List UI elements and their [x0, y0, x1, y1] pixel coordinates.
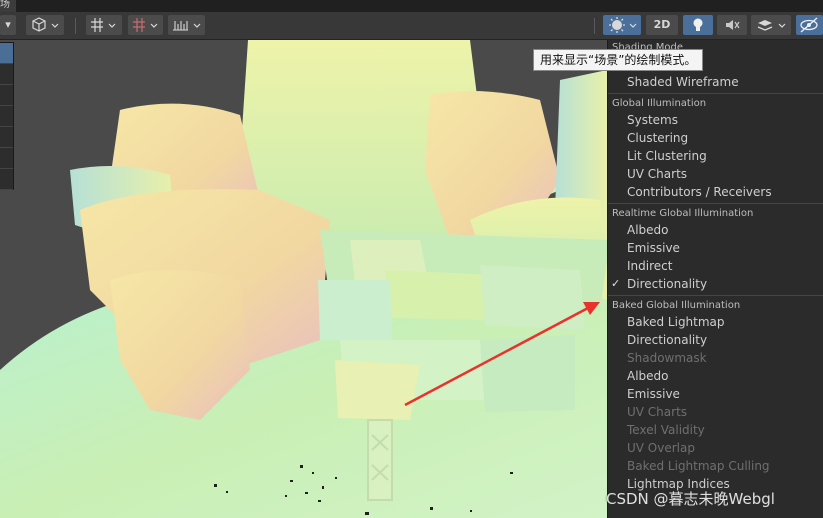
menu-item-label: Shadowmask [627, 351, 707, 365]
menu-item-label: Albedo [627, 223, 669, 237]
layers-icon [757, 20, 786, 31]
menu-item[interactable]: Albedo [608, 367, 823, 385]
menu-item: Texel Validity [608, 421, 823, 439]
menu-item-label: Emissive [627, 387, 680, 401]
render-paths-dropdown[interactable] [26, 15, 64, 35]
menu-item[interactable]: Clustering [608, 129, 823, 147]
menu-item[interactable]: Directionality [608, 331, 823, 349]
overlay-tool[interactable] [0, 169, 13, 190]
menu-item: UV Charts [608, 403, 823, 421]
scene-toolbar: ▾ 2D [0, 12, 823, 40]
menu-section-header: Baked Global Illumination [612, 300, 741, 311]
menu-item-label: Directionality [627, 277, 708, 291]
menu-item[interactable]: Emissive [608, 239, 823, 257]
menu-divider [608, 203, 823, 204]
grid-icon [91, 18, 116, 32]
grid-snap-dropdown[interactable] [86, 15, 122, 35]
hidden-eye-icon [800, 17, 818, 33]
shading-mode-tooltip: 用来显示“场景”的绘制模式。 [533, 49, 704, 71]
watermark: CSDN @暮志未晚Webgl [606, 490, 775, 508]
menu-item: Baked Lightmap Culling [608, 457, 823, 475]
menu-item-label: Albedo [627, 369, 669, 383]
menu-item[interactable]: Albedo [608, 221, 823, 239]
menu-item-label: Indirect [627, 259, 673, 273]
toolbar-divider [75, 18, 76, 34]
menu-item-label: Clustering [627, 131, 689, 145]
overlay-tool[interactable] [0, 127, 13, 148]
tab-strip: 场景 [0, 0, 823, 12]
lighting-toggle[interactable] [683, 15, 713, 35]
menu-divider [608, 93, 823, 94]
overlay-tool[interactable] [0, 106, 13, 127]
cube-icon [32, 17, 59, 32]
menu-item[interactable]: Contributors / Receivers [608, 183, 823, 201]
menu-item-label: Contributors / Receivers [627, 185, 772, 199]
menu-item[interactable]: UV Charts [608, 165, 823, 183]
tab-scene[interactable]: 场景 [0, 0, 16, 12]
menu-item-label: UV Charts [627, 167, 688, 181]
mode-2d-toggle[interactable]: 2D [646, 15, 678, 35]
overlay-tool-selected[interactable] [0, 43, 13, 64]
lightbulb-icon [693, 18, 703, 31]
menu-section-header: Realtime Global Illumination [612, 208, 754, 219]
mute-speaker-icon [726, 20, 740, 30]
snap-grid-icon [132, 18, 157, 32]
overlay-tool[interactable] [0, 148, 13, 169]
menu-item[interactable]: Systems [608, 111, 823, 129]
menu-item-label: Lit Clustering [627, 149, 707, 163]
menu-divider [608, 295, 823, 296]
shading-mode-dropdown[interactable] [603, 15, 641, 35]
effects-dropdown[interactable] [751, 15, 791, 35]
overlay-tool[interactable] [0, 64, 13, 85]
increment-snap-dropdown[interactable] [128, 15, 163, 35]
menu-item-label: Systems [627, 113, 678, 127]
overlay-tool[interactable] [0, 85, 13, 106]
menu-item[interactable]: Baked Lightmap [608, 313, 823, 331]
ruler-icon [172, 21, 200, 31]
ruler-dropdown[interactable] [168, 15, 205, 35]
menu-item-label: Baked Lightmap [627, 315, 725, 329]
menu-item[interactable]: ✓ Directionality [608, 275, 823, 293]
chevron-down-icon: ▾ [5, 18, 11, 31]
menu-item-label: Baked Lightmap Culling [627, 459, 770, 473]
draw-mode-dropdown[interactable]: ▾ [0, 15, 16, 35]
menu-item: UV Overlap [608, 439, 823, 457]
menu-item-label: Directionality [627, 333, 708, 347]
menu-item[interactable]: Emissive [608, 385, 823, 403]
menu-item-shaded-wireframe[interactable]: Shaded Wireframe [608, 73, 823, 91]
menu-item[interactable]: Lit Clustering [608, 147, 823, 165]
menu-item-label: Emissive [627, 241, 680, 255]
shading-mode-menu: Shading Mode Wireframe Shaded Wireframe … [607, 40, 823, 518]
menu-section-header: Global Illumination [612, 98, 707, 109]
checkmark-icon: ✓ [611, 277, 621, 290]
menu-item: Shadowmask [608, 349, 823, 367]
toolbar-divider [594, 18, 595, 34]
overlay-toolbar [0, 42, 14, 190]
menu-item[interactable]: Indirect [608, 257, 823, 275]
menu-item-label: UV Overlap [627, 441, 695, 455]
menu-sections: Global Illumination Systems Clustering Lit … [608, 96, 823, 493]
menu-item-label: UV Charts [627, 405, 688, 419]
menu-item-label: Texel Validity [627, 423, 705, 437]
audio-toggle[interactable] [717, 15, 747, 35]
shading-mode-icon [609, 17, 637, 33]
scene-visibility-toggle[interactable] [796, 15, 823, 35]
